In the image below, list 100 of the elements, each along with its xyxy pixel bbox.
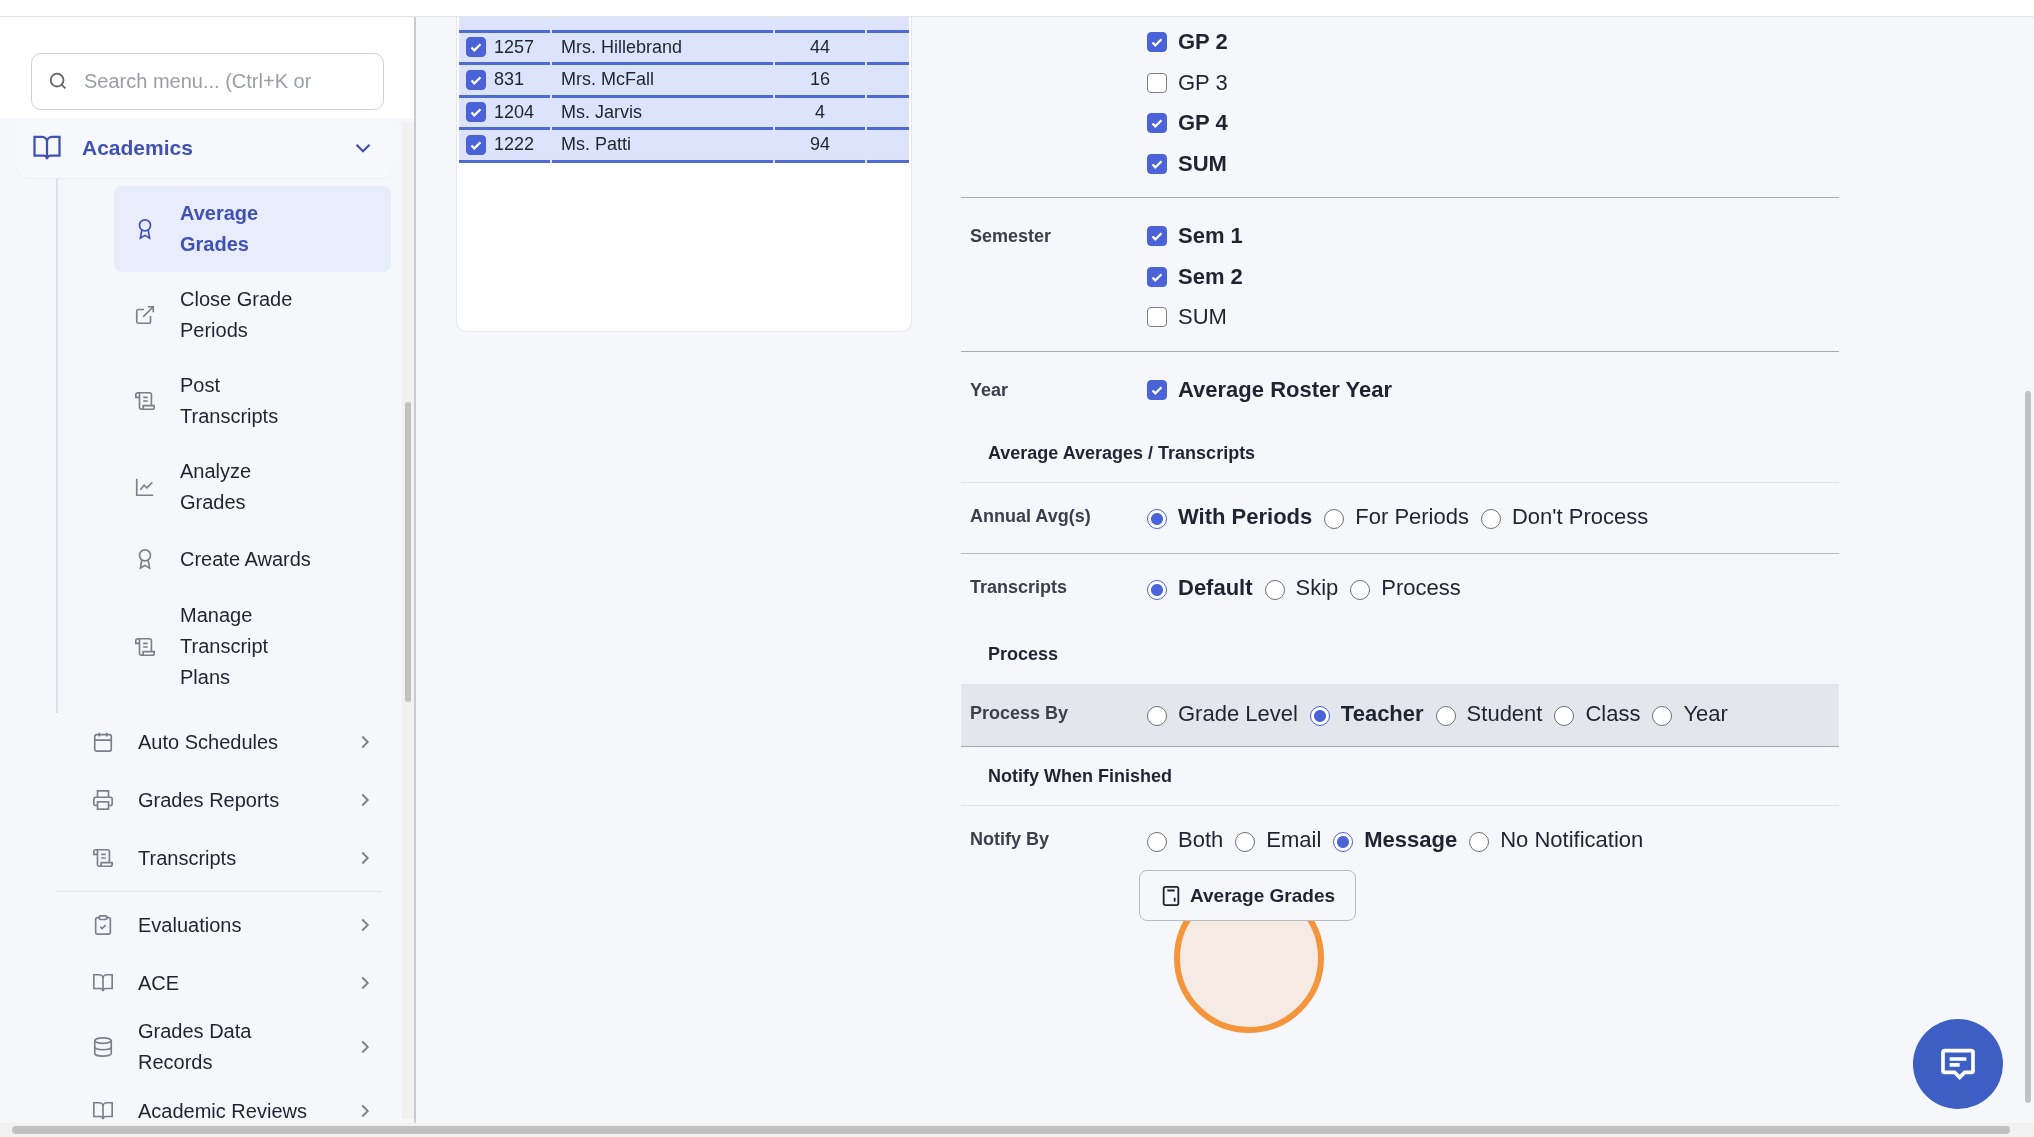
calendar-icon bbox=[92, 731, 114, 753]
field-label: Process By bbox=[970, 703, 1069, 723]
field-label: Notify By bbox=[970, 829, 1049, 849]
menu-item[interactable]: Grades Data Records bbox=[16, 1012, 396, 1082]
radio-button[interactable] bbox=[1147, 509, 1167, 529]
radio-option[interactable]: Student bbox=[1435, 701, 1543, 727]
checkbox-option[interactable]: GP 2 bbox=[1147, 22, 1228, 63]
radio-option[interactable]: Process bbox=[1350, 575, 1461, 601]
table-cell: 1204 bbox=[494, 101, 535, 123]
search-icon bbox=[47, 70, 69, 92]
checkbox[interactable] bbox=[466, 69, 486, 90]
line-chart-icon bbox=[134, 476, 156, 498]
radio-option[interactable]: Grade Level bbox=[1147, 701, 1298, 727]
radio-button[interactable] bbox=[1324, 509, 1345, 529]
radio-option[interactable]: For Periods bbox=[1324, 504, 1469, 530]
table-cell: Mrs. Hillebrand bbox=[561, 36, 683, 58]
scrollbar-thumb[interactable] bbox=[12, 1126, 2010, 1134]
database-icon bbox=[92, 1036, 114, 1058]
radio-button[interactable] bbox=[1481, 509, 1501, 529]
menu-item[interactable]: Close Grade Periods bbox=[114, 272, 391, 358]
radio-button[interactable] bbox=[1333, 832, 1354, 852]
radio-button[interactable] bbox=[1350, 580, 1371, 600]
checkbox[interactable] bbox=[1147, 72, 1167, 93]
table-cell: 94 bbox=[810, 134, 830, 156]
field-label: Semester bbox=[970, 226, 1052, 246]
section-heading: Average Averages / Transcripts bbox=[988, 442, 1256, 464]
radio-button[interactable] bbox=[1147, 706, 1167, 726]
checkbox-option[interactable]: SUM bbox=[1147, 297, 1243, 338]
menu-item[interactable]: Create Awards bbox=[114, 530, 391, 588]
table-cell: 1222 bbox=[494, 134, 535, 156]
menu-item[interactable]: Evaluations bbox=[16, 896, 396, 954]
menu-item[interactable]: Average Grades bbox=[114, 186, 391, 272]
radio-option[interactable]: With Periods bbox=[1147, 504, 1313, 530]
radio-button[interactable] bbox=[1264, 580, 1285, 600]
checkbox[interactable] bbox=[466, 37, 486, 58]
scrollbar-thumb[interactable] bbox=[405, 402, 411, 702]
menu-item[interactable]: Grades Reports bbox=[16, 771, 396, 829]
checkbox-option[interactable]: GP 3 bbox=[1147, 62, 1228, 103]
table-cell: 4 bbox=[815, 101, 825, 123]
radio-button[interactable] bbox=[1554, 706, 1575, 726]
checkbox[interactable] bbox=[466, 134, 486, 155]
radio-button[interactable] bbox=[1435, 706, 1456, 726]
section-heading: Process bbox=[988, 643, 1059, 665]
field-label: Annual Avg(s) bbox=[970, 506, 1091, 526]
radio-button[interactable] bbox=[1147, 580, 1167, 600]
book-icon bbox=[92, 1100, 114, 1122]
calculator-icon bbox=[1160, 884, 1182, 907]
checkbox[interactable] bbox=[1147, 379, 1167, 400]
checkbox[interactable] bbox=[1147, 307, 1167, 328]
radio-button[interactable] bbox=[1235, 832, 1256, 852]
radio-button[interactable] bbox=[1147, 832, 1167, 852]
table-cell: Ms. Patti bbox=[561, 134, 631, 156]
menu-item[interactable]: Academic Reviews bbox=[16, 1082, 396, 1123]
radio-option[interactable]: No Notification bbox=[1469, 827, 1644, 853]
checkbox-option[interactable]: Sem 2 bbox=[1147, 256, 1243, 297]
table-cell: Mrs. McFall bbox=[561, 69, 654, 91]
radio-button[interactable] bbox=[1309, 706, 1330, 726]
scroll-icon bbox=[92, 847, 114, 869]
menu-item[interactable]: ACE bbox=[16, 954, 396, 1012]
checkbox[interactable] bbox=[1147, 153, 1167, 174]
checkbox-option[interactable]: Sem 1 bbox=[1147, 216, 1243, 257]
section-heading: Notify When Finished bbox=[988, 765, 1172, 787]
checkbox-option[interactable]: GP 4 bbox=[1147, 103, 1228, 144]
radio-option[interactable]: Year bbox=[1652, 701, 1728, 727]
table-cell: Ms. Jarvis bbox=[561, 101, 642, 123]
checkbox[interactable] bbox=[1147, 113, 1167, 134]
field-label: Year bbox=[970, 379, 1009, 400]
average-grades-button[interactable]: Average Grades bbox=[1139, 870, 1357, 921]
radio-option[interactable]: Skip bbox=[1264, 575, 1339, 601]
menu-item[interactable]: Manage Transcript Plans bbox=[114, 588, 391, 705]
scrollbar-thumb[interactable] bbox=[2025, 391, 2031, 1103]
clipboard-check-icon bbox=[92, 914, 114, 936]
table-cell: 16 bbox=[810, 69, 830, 91]
radio-option[interactable]: Email bbox=[1235, 827, 1322, 853]
menu-item[interactable]: Transcripts bbox=[16, 829, 396, 887]
checkbox[interactable] bbox=[1147, 266, 1167, 287]
checkbox-option[interactable]: SUM bbox=[1147, 143, 1228, 184]
checkbox[interactable] bbox=[466, 102, 486, 123]
table-cell: 44 bbox=[810, 36, 830, 58]
radio-option[interactable]: Default bbox=[1147, 575, 1253, 601]
external-link-icon bbox=[134, 304, 156, 326]
menu-item[interactable]: Analyze Grades bbox=[114, 444, 391, 530]
search-field[interactable]: Search menu... (Ctrl+K or bbox=[31, 53, 384, 110]
radio-option[interactable]: Teacher bbox=[1309, 701, 1424, 727]
menu-item[interactable]: Auto Schedules bbox=[16, 713, 396, 771]
checkbox-option[interactable]: Average Roster Year bbox=[1147, 369, 1393, 410]
book-icon bbox=[92, 972, 114, 994]
menu-item[interactable]: Post Transcripts bbox=[114, 358, 391, 444]
table-cell: 1257 bbox=[494, 36, 535, 58]
printer-icon bbox=[92, 789, 114, 811]
radio-option[interactable]: Message bbox=[1333, 827, 1458, 853]
radio-option[interactable]: Class bbox=[1554, 701, 1641, 727]
radio-option[interactable]: Don't Process bbox=[1481, 504, 1649, 530]
table-cell: 831 bbox=[494, 69, 525, 91]
checkbox[interactable] bbox=[1147, 32, 1167, 53]
scroll-icon bbox=[134, 390, 156, 412]
radio-button[interactable] bbox=[1652, 706, 1673, 726]
radio-button[interactable] bbox=[1469, 832, 1490, 852]
checkbox[interactable] bbox=[1147, 226, 1167, 247]
radio-option[interactable]: Both bbox=[1147, 827, 1224, 853]
